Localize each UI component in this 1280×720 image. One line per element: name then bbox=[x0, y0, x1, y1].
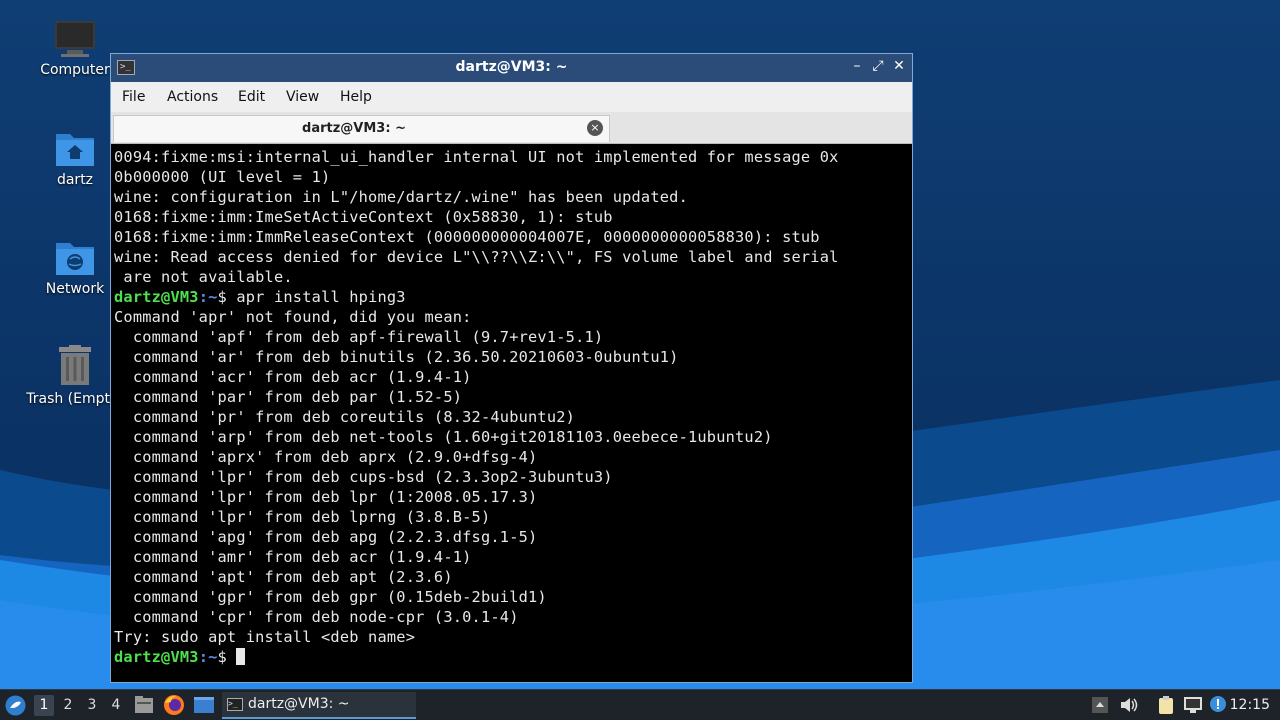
terminal-window: >_ dartz@VM3: ~ – ⤢ ✕ File Actions Edit … bbox=[110, 53, 913, 683]
tab-terminal[interactable]: dartz@VM3: ~ × bbox=[113, 115, 610, 142]
computer-icon bbox=[55, 21, 95, 57]
prompt-path: :~ bbox=[198, 288, 218, 306]
workspace-3[interactable]: 3 bbox=[82, 695, 102, 716]
minimize-button[interactable]: – bbox=[848, 58, 866, 74]
workspace-1[interactable]: 1 bbox=[34, 695, 54, 716]
terminal-line: Try: sudo apt install <deb name> bbox=[114, 628, 416, 646]
network-folder-icon bbox=[56, 243, 94, 275]
prompt-line: dartz@VM3:~$ apr install hping3 bbox=[114, 287, 909, 307]
terminal-line: command 'cpr' from deb node-cpr (3.0.1-4… bbox=[114, 608, 519, 626]
menu-file[interactable]: File bbox=[122, 89, 145, 105]
home-folder-icon bbox=[56, 134, 94, 166]
firefox-icon[interactable] bbox=[163, 694, 185, 716]
terminal-line: Command 'apr' not found, did you mean: bbox=[114, 308, 472, 326]
terminal-line: command 'lpr' from deb lprng (3.8.B-5) bbox=[114, 508, 491, 526]
notification-icon[interactable] bbox=[1209, 695, 1227, 713]
task-label: dartz@VM3: ~ bbox=[248, 696, 350, 712]
terminal-line: command 'lpr' from deb cups-bsd (2.3.3op… bbox=[114, 468, 613, 486]
terminal-line: wine: Read access denied for device L"\\… bbox=[114, 248, 839, 266]
menu-help[interactable]: Help bbox=[340, 89, 372, 105]
clipboard-icon[interactable] bbox=[1156, 695, 1176, 715]
prompt-path: :~ bbox=[198, 648, 218, 666]
terminal-line: command 'lpr' from deb lpr (1:2008.05.17… bbox=[114, 488, 538, 506]
terminal-line: command 'par' from deb par (1.52-5) bbox=[114, 388, 463, 406]
menu-edit[interactable]: Edit bbox=[238, 89, 265, 105]
prompt-symbol: $ bbox=[217, 648, 237, 666]
close-button[interactable]: ✕ bbox=[890, 58, 908, 74]
terminal-line: 0094:fixme:msi:internal_ui_handler inter… bbox=[114, 148, 839, 166]
taskbar-terminal-task[interactable]: >_ dartz@VM3: ~ bbox=[222, 692, 416, 719]
terminal-line: command 'arp' from deb net-tools (1.60+g… bbox=[114, 428, 773, 446]
window-title: dartz@VM3: ~ bbox=[455, 59, 568, 75]
prompt-symbol: $ bbox=[217, 288, 237, 306]
terminal-line: wine: configuration in L"/home/dartz/.wi… bbox=[114, 188, 688, 206]
network-monitor-icon[interactable] bbox=[1182, 696, 1204, 714]
volume-icon[interactable] bbox=[1119, 696, 1139, 714]
tab-close-icon[interactable]: × bbox=[587, 120, 603, 136]
window-titlebar[interactable]: >_ dartz@VM3: ~ – ⤢ ✕ bbox=[111, 54, 912, 82]
terminal-line: command 'ar' from deb binutils (2.36.50.… bbox=[114, 348, 679, 366]
prompt-user: dartz@VM3 bbox=[114, 288, 199, 306]
terminal-line: command 'pr' from deb coreutils (8.32-4u… bbox=[114, 408, 576, 426]
start-menu-icon[interactable] bbox=[5, 695, 26, 716]
terminal-line: are not available. bbox=[114, 268, 293, 286]
show-desktop-icon[interactable] bbox=[193, 696, 215, 714]
prompt-line: dartz@VM3:~$ bbox=[114, 647, 909, 667]
menu-view[interactable]: View bbox=[286, 89, 319, 105]
file-manager-icon[interactable] bbox=[134, 696, 154, 714]
terminal-output[interactable]: 0094:fixme:msi:internal_ui_handler inter… bbox=[114, 147, 909, 679]
terminal-cursor bbox=[236, 648, 246, 665]
terminal-line: 0b000000 (UI level = 1) bbox=[114, 168, 331, 186]
terminal-line: command 'aprx' from deb aprx (2.9.0+dfsg… bbox=[114, 448, 538, 466]
terminal-line: command 'acr' from deb acr (1.9.4-1) bbox=[114, 368, 472, 386]
tab-bar: dartz@VM3: ~ × bbox=[111, 112, 912, 144]
workspace-2[interactable]: 2 bbox=[58, 695, 78, 716]
trash-icon bbox=[59, 345, 91, 385]
maximize-button[interactable]: ⤢ bbox=[869, 58, 887, 74]
workspace-4[interactable]: 4 bbox=[106, 695, 126, 716]
terminal-icon: >_ bbox=[227, 698, 243, 711]
prompt-user: dartz@VM3 bbox=[114, 648, 199, 666]
menu-actions[interactable]: Actions bbox=[167, 89, 218, 105]
terminal-line: command 'gpr' from deb gpr (0.15deb-2bui… bbox=[114, 588, 547, 606]
terminal-line: command 'apg' from deb apg (2.2.3.dfsg.1… bbox=[114, 528, 538, 546]
terminal-line: command 'apt' from deb apt (2.3.6) bbox=[114, 568, 453, 586]
command-text: apr install hping3 bbox=[236, 288, 406, 306]
terminal-line: 0168:fixme:imm:ImeSetActiveContext (0x58… bbox=[114, 208, 613, 226]
terminal-line: command 'apf' from deb apf-firewall (9.7… bbox=[114, 328, 604, 346]
menu-bar: File Actions Edit View Help bbox=[111, 82, 912, 112]
clock[interactable]: 12:15 bbox=[1230, 697, 1270, 713]
taskbar: 1 2 3 4 >_ dartz@VM3: ~ 12:15 bbox=[0, 689, 1280, 720]
tab-label: dartz@VM3: ~ bbox=[302, 121, 406, 136]
terminal-line: command 'amr' from deb acr (1.9.4-1) bbox=[114, 548, 472, 566]
terminal-line: 0168:fixme:imm:ImmReleaseContext (000000… bbox=[114, 228, 820, 246]
tray-arrow-icon[interactable] bbox=[1091, 696, 1109, 714]
